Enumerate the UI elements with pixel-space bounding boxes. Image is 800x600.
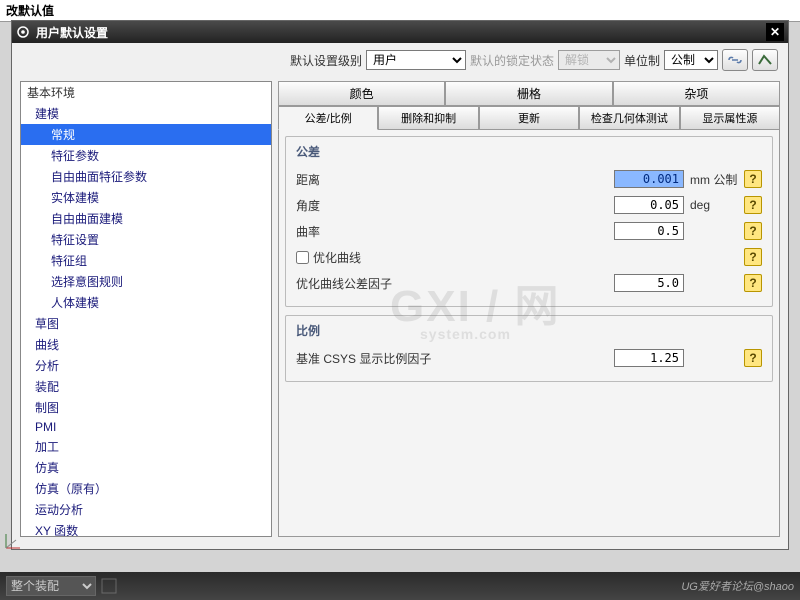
tree-item[interactable]: 特征设置 bbox=[21, 229, 271, 250]
assembly-combo[interactable]: 整个装配 bbox=[6, 576, 96, 596]
apply-icon-button[interactable] bbox=[752, 49, 778, 71]
tree-item[interactable]: 分析 bbox=[21, 355, 271, 376]
status-bar: 整个装配 UG爱好者论坛@shaoo bbox=[0, 572, 800, 600]
unit-label: 单位制 bbox=[624, 52, 660, 69]
gear-icon bbox=[16, 25, 30, 39]
scale-group: 比例 基准 CSYS 显示比例因子 ? bbox=[285, 315, 773, 382]
tolerance-group: 公差 距离 mm 公制 ? 角度 deg ? 曲率 bbox=[285, 136, 773, 307]
optimize-label: 优化曲线 bbox=[313, 249, 361, 266]
factor-label: 优化曲线公差因子 bbox=[296, 275, 614, 292]
help-icon[interactable]: ? bbox=[744, 196, 762, 214]
factor-input[interactable] bbox=[614, 274, 684, 292]
angle-input[interactable] bbox=[614, 196, 684, 214]
tab-grid[interactable]: 栅格 bbox=[445, 81, 612, 106]
tree-item[interactable]: 特征组 bbox=[21, 250, 271, 271]
tab-tolerance[interactable]: 公差/比例 bbox=[278, 106, 378, 130]
group-title: 比例 bbox=[296, 322, 762, 339]
tree-modeling[interactable]: 建模 bbox=[21, 103, 271, 124]
window-title: 改默认值 bbox=[0, 0, 800, 22]
level-label: 默认设置级别 bbox=[290, 52, 362, 69]
main-area: 基本环境 建模 常规 特征参数 自由曲面特征参数 实体建模 自由曲面建模 特征设… bbox=[12, 77, 788, 545]
csys-label: 基准 CSYS 显示比例因子 bbox=[296, 350, 614, 367]
tree-item[interactable]: 人体建模 bbox=[21, 292, 271, 313]
group-title: 公差 bbox=[296, 143, 762, 160]
tab-content: 公差 距离 mm 公制 ? 角度 deg ? 曲率 bbox=[278, 130, 780, 537]
help-icon[interactable]: ? bbox=[744, 349, 762, 367]
link-icon-button[interactable] bbox=[722, 49, 748, 71]
help-icon[interactable]: ? bbox=[744, 222, 762, 240]
angle-unit: deg bbox=[684, 198, 740, 212]
tree-item[interactable]: 加工 bbox=[21, 436, 271, 457]
tab-color[interactable]: 颜色 bbox=[278, 81, 445, 106]
lock-combo: 解锁 bbox=[558, 50, 620, 70]
tree-item[interactable]: XY 函数 bbox=[21, 520, 271, 537]
csys-input[interactable] bbox=[614, 349, 684, 367]
tab-row-primary: 颜色 栅格 杂项 bbox=[278, 81, 780, 106]
optimize-checkbox[interactable] bbox=[296, 251, 309, 264]
level-combo[interactable]: 用户 bbox=[366, 50, 466, 70]
lock-label: 默认的锁定状态 bbox=[470, 52, 554, 69]
distance-input[interactable] bbox=[614, 170, 684, 188]
tab-attr[interactable]: 显示属性源 bbox=[680, 106, 780, 130]
tab-delete[interactable]: 删除和抑制 bbox=[378, 106, 478, 130]
toolbar-icon[interactable] bbox=[100, 577, 118, 595]
axis-icon bbox=[2, 532, 22, 552]
right-panel: 颜色 栅格 杂项 公差/比例 删除和抑制 更新 检查几何体测试 显示属性源 公差… bbox=[278, 81, 780, 537]
distance-label: 距离 bbox=[296, 171, 614, 188]
close-button[interactable]: ✕ bbox=[766, 23, 784, 41]
help-icon[interactable]: ? bbox=[744, 170, 762, 188]
help-icon[interactable]: ? bbox=[744, 248, 762, 266]
tree-item[interactable]: 特征参数 bbox=[21, 145, 271, 166]
tab-update[interactable]: 更新 bbox=[479, 106, 579, 130]
optimize-checkbox-wrap: 优化曲线 bbox=[296, 249, 614, 266]
credit-text: UG爱好者论坛@shaoo bbox=[681, 578, 794, 594]
tree-item[interactable]: 制图 bbox=[21, 397, 271, 418]
tab-check[interactable]: 检查几何体测试 bbox=[579, 106, 679, 130]
tab-row-secondary: 公差/比例 删除和抑制 更新 检查几何体测试 显示属性源 bbox=[278, 106, 780, 130]
tree-item[interactable]: 仿真（原有） bbox=[21, 478, 271, 499]
tree-item[interactable]: 草图 bbox=[21, 313, 271, 334]
curvature-input[interactable] bbox=[614, 222, 684, 240]
category-tree[interactable]: 基本环境 建模 常规 特征参数 自由曲面特征参数 实体建模 自由曲面建模 特征设… bbox=[20, 81, 272, 537]
tree-item[interactable]: 实体建模 bbox=[21, 187, 271, 208]
angle-label: 角度 bbox=[296, 197, 614, 214]
tree-item-general[interactable]: 常规 bbox=[21, 124, 271, 145]
dialog-title: 用户默认设置 bbox=[36, 24, 766, 41]
curvature-label: 曲率 bbox=[296, 223, 614, 240]
top-controls: 默认设置级别 用户 默认的锁定状态 解锁 单位制 公制 bbox=[12, 43, 788, 77]
tree-item[interactable]: 装配 bbox=[21, 376, 271, 397]
tree-item[interactable]: 自由曲面建模 bbox=[21, 208, 271, 229]
settings-dialog: 用户默认设置 ✕ 默认设置级别 用户 默认的锁定状态 解锁 单位制 公制 基本环… bbox=[11, 20, 789, 550]
tree-item[interactable]: 自由曲面特征参数 bbox=[21, 166, 271, 187]
tree-root[interactable]: 基本环境 bbox=[21, 82, 271, 103]
tab-misc[interactable]: 杂项 bbox=[613, 81, 780, 106]
tree-item[interactable]: 选择意图规则 bbox=[21, 271, 271, 292]
dialog-header: 用户默认设置 ✕ bbox=[12, 21, 788, 43]
help-icon[interactable]: ? bbox=[744, 274, 762, 292]
tree-item[interactable]: 仿真 bbox=[21, 457, 271, 478]
tree-item[interactable]: 曲线 bbox=[21, 334, 271, 355]
tree-item[interactable]: 运动分析 bbox=[21, 499, 271, 520]
distance-unit: mm 公制 bbox=[684, 171, 740, 188]
tree-item[interactable]: PMI bbox=[21, 418, 271, 436]
unit-combo[interactable]: 公制 bbox=[664, 50, 718, 70]
